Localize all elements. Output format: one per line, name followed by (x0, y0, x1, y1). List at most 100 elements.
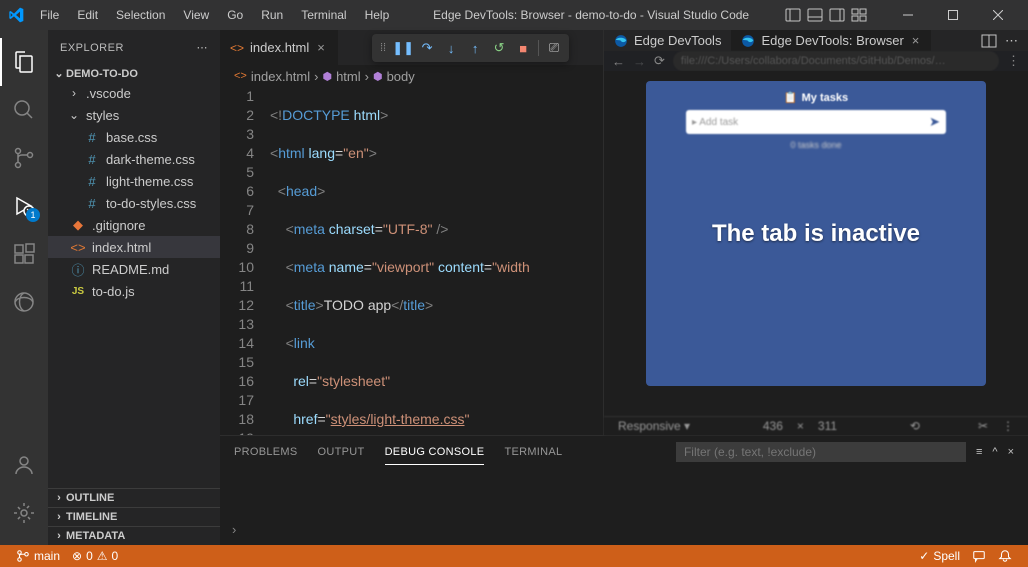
close-icon[interactable]: × (315, 40, 327, 55)
file-to-do-styles-css[interactable]: #to-do-styles.css (48, 192, 220, 214)
file-to-do-js[interactable]: JSto-do.js (48, 280, 220, 302)
menu-file[interactable]: File (32, 4, 67, 26)
section-timeline[interactable]: ›TIMELINE (48, 507, 220, 526)
file-label: base.css (106, 130, 157, 145)
debug-filter-input[interactable] (676, 442, 966, 462)
breadcrumb-body[interactable]: ⬢body (373, 69, 415, 84)
breadcrumbs[interactable]: <>index.html › ⬢html › ⬢body (220, 65, 603, 87)
folder-label: .vscode (86, 86, 131, 101)
panel-tab-debug-console[interactable]: DEBUG CONSOLE (385, 446, 485, 465)
code-editor[interactable]: 12345678910111213141516171819 <!DOCTYPE … (220, 87, 603, 435)
split-editor-icon[interactable] (981, 33, 997, 49)
file-index-html[interactable]: <> index.html (48, 236, 220, 258)
device-toolbar[interactable]: Responsive ▾ 436 × 311 ⟲ ✂ ⋮ (604, 416, 1028, 435)
back-icon[interactable]: ← (612, 54, 625, 69)
layout-panel-bottom-icon[interactable] (807, 7, 823, 23)
file-label: to-do-styles.css (106, 196, 196, 211)
file-readme-md[interactable]: ⓘREADME.md (48, 258, 220, 280)
panel-tab-problems[interactable]: PROBLEMS (234, 446, 298, 458)
activity-settings[interactable] (0, 489, 48, 537)
status-bell-icon[interactable] (992, 545, 1018, 567)
file-dark-theme-css[interactable]: #dark-theme.css (48, 148, 220, 170)
chevron-right-icon: › (66, 86, 82, 100)
folder-styles[interactable]: ⌄ styles (48, 104, 220, 126)
more-icon[interactable]: ⋯ (1005, 33, 1018, 49)
status-spell[interactable]: ✓Spell (913, 545, 966, 567)
file-label: index.html (92, 240, 151, 255)
close-panel-icon[interactable]: × (1008, 446, 1014, 458)
drag-handle-icon[interactable]: ⁞⁞ (376, 42, 390, 54)
activity-source-control[interactable] (0, 134, 48, 182)
url-bar[interactable]: file:///C:/Users/collabora/Documents/Git… (673, 51, 999, 71)
explorer-more-icon[interactable]: ⋯ (197, 41, 209, 54)
activity-account[interactable] (0, 441, 48, 489)
device-width[interactable]: 436 (763, 419, 783, 433)
folder-vscode[interactable]: › .vscode (48, 82, 220, 104)
browser-toolbar: ← → ⟳ file:///C:/Users/collabora/Documen… (604, 51, 1028, 71)
folder-label: styles (86, 108, 119, 123)
menu-terminal[interactable]: Terminal (293, 4, 354, 26)
activity-explorer[interactable] (0, 38, 48, 86)
activity-extensions[interactable] (0, 230, 48, 278)
breadcrumb-html[interactable]: ⬢html (322, 69, 360, 84)
debug-pause-button[interactable]: ❚❚ (392, 36, 414, 60)
debug-step-out-button[interactable]: ↑ (464, 36, 486, 60)
tab-edge-devtools-browser[interactable]: Edge DevTools: Browser × (731, 30, 931, 51)
layout-panel-left-icon[interactable] (785, 7, 801, 23)
menu-edit[interactable]: Edit (69, 4, 106, 26)
tab-label: Edge DevTools (634, 33, 721, 48)
debug-step-into-button[interactable]: ↓ (440, 36, 462, 60)
device-height[interactable]: 311 (818, 419, 837, 433)
chevron-right-icon: › (52, 530, 66, 542)
section-metadata[interactable]: ›METADATA (48, 526, 220, 545)
breadcrumb-file[interactable]: <>index.html (234, 69, 310, 84)
explorer-root[interactable]: ⌄ DEMO-TO-DO (48, 65, 220, 82)
debug-step-over-button[interactable]: ↷ (416, 36, 438, 60)
activity-edge-icon[interactable] (0, 278, 48, 326)
section-outline[interactable]: ›OUTLINE (48, 488, 220, 507)
chevron-down-icon: ⌄ (66, 108, 82, 122)
file-base-css[interactable]: #base.css (48, 126, 220, 148)
debug-screencast-button[interactable]: ⎚ (543, 36, 565, 60)
close-button[interactable] (975, 0, 1020, 30)
activity-search[interactable] (0, 86, 48, 134)
status-problems[interactable]: ⊗0 ⚠0 (66, 545, 124, 567)
rotate-icon[interactable]: ⟲ (910, 419, 920, 433)
capture-icon[interactable]: ✂ (978, 419, 988, 433)
menu-run[interactable]: Run (253, 4, 291, 26)
clear-console-icon[interactable]: ≡ (976, 446, 982, 458)
debug-stop-button[interactable]: ■ (512, 36, 534, 60)
code-lines[interactable]: <!DOCTYPE html> <html lang="en"> <head> … (270, 87, 603, 435)
device-more-icon[interactable]: ⋮ (1002, 419, 1014, 433)
menu-selection[interactable]: Selection (108, 4, 173, 26)
menu-view[interactable]: View (175, 4, 217, 26)
debug-console-body[interactable]: › (220, 467, 1028, 545)
layout-panel-right-icon[interactable] (829, 7, 845, 23)
panel-tab-output[interactable]: OUTPUT (318, 446, 365, 458)
menu-bar: File Edit Selection View Go Run Terminal… (32, 4, 397, 26)
debug-toolbar[interactable]: ⁞⁞ ❚❚ ↷ ↓ ↑ ↺ ■ ⎚ (372, 34, 569, 62)
menu-help[interactable]: Help (357, 4, 398, 26)
more-icon[interactable]: ⋮ (1007, 53, 1020, 69)
maximize-panel-icon[interactable]: ^ (992, 446, 997, 458)
editor-group: <> index.html × ⁞⁞ ❚❚ ↷ ↓ ↑ ↺ ■ ⎚ (220, 30, 1028, 545)
device-mode[interactable]: Responsive ▾ (618, 419, 690, 433)
file-light-theme-css[interactable]: #light-theme.css (48, 170, 220, 192)
tab-index-html[interactable]: <> index.html × (220, 30, 338, 65)
maximize-button[interactable] (930, 0, 975, 30)
layout-customize-icon[interactable] (851, 7, 867, 23)
tab-edge-devtools[interactable]: Edge DevTools (604, 30, 731, 51)
status-branch[interactable]: main (10, 545, 66, 567)
error-count: 0 (86, 549, 93, 563)
html-file-icon: <> (70, 240, 86, 255)
minimize-button[interactable] (885, 0, 930, 30)
forward-icon[interactable]: → (633, 54, 646, 69)
panel-tab-terminal[interactable]: TERMINAL (504, 446, 562, 458)
menu-go[interactable]: Go (219, 4, 251, 26)
debug-restart-button[interactable]: ↺ (488, 36, 510, 60)
reload-icon[interactable]: ⟳ (654, 53, 665, 69)
file-gitignore[interactable]: ◆.gitignore (48, 214, 220, 236)
status-feedback-icon[interactable] (966, 545, 992, 567)
close-icon[interactable]: × (910, 33, 922, 48)
activity-run-debug[interactable]: 1 (0, 182, 48, 230)
